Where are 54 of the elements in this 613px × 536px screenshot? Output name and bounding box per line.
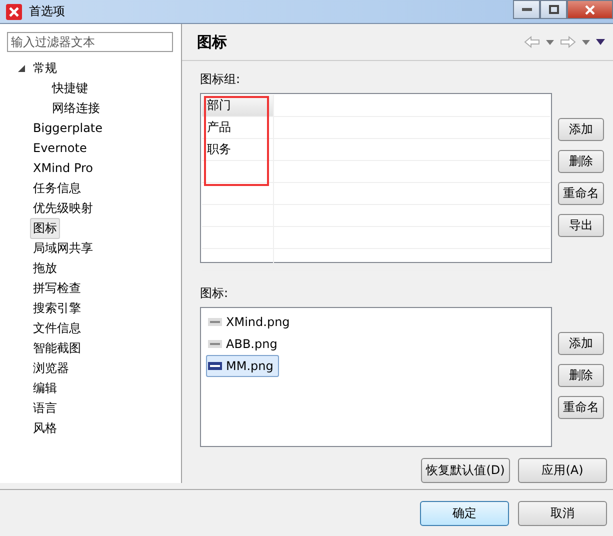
page-title: 图标 — [197, 32, 227, 52]
menu-caret-icon[interactable] — [596, 39, 605, 45]
tree-item[interactable]: 语言 — [30, 398, 60, 418]
side-button[interactable]: 重命名 — [558, 182, 604, 205]
tree-item[interactable]: 任务信息 — [30, 178, 84, 198]
list-item[interactable]: MM.png — [206, 355, 280, 377]
list-item[interactable]: XMind.png — [206, 311, 296, 333]
dialog-button[interactable]: 取消 — [518, 500, 607, 526]
tree-item[interactable]: 搜索引擎 — [30, 298, 84, 318]
tree-item[interactable]: 浏览器 — [30, 358, 72, 378]
section-label: 图标: — [200, 285, 230, 302]
side-button[interactable]: 删除 — [558, 150, 604, 173]
maximize-button[interactable] — [540, 0, 567, 19]
side-button[interactable]: 导出 — [558, 214, 604, 237]
tree-item[interactable]: XMind Pro — [30, 159, 96, 177]
tree-item[interactable]: 风格 — [30, 418, 60, 438]
side-button[interactable]: 删除 — [558, 364, 604, 387]
tree-item[interactable]: 编辑 — [30, 378, 60, 398]
close-button[interactable] — [567, 0, 613, 19]
tree-item[interactable]: 智能截图 — [30, 338, 84, 358]
tree-item[interactable]: 常规 — [30, 58, 60, 78]
minimize-button[interactable] — [513, 0, 540, 19]
window-title: 首选项 — [29, 3, 65, 20]
tree-item[interactable]: 拼写检查 — [30, 278, 84, 298]
tree-item[interactable]: 局域网共享 — [30, 238, 96, 258]
side-button[interactable]: 重命名 — [558, 396, 604, 419]
filter-field[interactable]: 输入过滤器文本 — [7, 32, 173, 52]
tree-item[interactable]: Evernote — [30, 139, 90, 157]
image-thumbnail-icon — [208, 318, 222, 326]
minimize-icon — [522, 8, 532, 12]
tree-item[interactable]: 拖放 — [30, 258, 60, 278]
section-label: 图标组: — [200, 71, 242, 88]
tree-item[interactable]: 优先级映射 — [30, 198, 96, 218]
dialog-button[interactable]: 确定 — [420, 500, 509, 526]
maximize-icon — [548, 5, 558, 14]
dropdown-caret-icon[interactable] — [546, 40, 554, 44]
page-button[interactable]: 应用(A) — [518, 458, 607, 483]
dropdown-caret-icon[interactable] — [582, 40, 590, 44]
image-thumbnail-icon — [208, 340, 222, 348]
image-thumbnail-icon — [208, 362, 222, 370]
x-logo-icon — [6, 4, 22, 20]
tree-item[interactable]: 快捷键 — [49, 78, 91, 98]
table-cell[interactable]: 职务 — [202, 139, 274, 160]
list-item[interactable]: ABB.png — [206, 333, 284, 355]
tree-item[interactable]: Biggerplate — [30, 119, 106, 137]
side-button[interactable]: 添加 — [558, 118, 604, 141]
collapse-triangle-icon[interactable] — [18, 65, 25, 72]
side-button[interactable]: 添加 — [558, 332, 604, 355]
close-icon — [584, 4, 596, 14]
tree-item[interactable]: 网络连接 — [49, 98, 103, 118]
tree-item[interactable]: 文件信息 — [30, 318, 84, 338]
table-cell[interactable]: 产品 — [202, 117, 274, 138]
tree-item[interactable]: 图标 — [30, 218, 60, 238]
page-button[interactable]: 恢复默认值(D) — [421, 458, 510, 483]
